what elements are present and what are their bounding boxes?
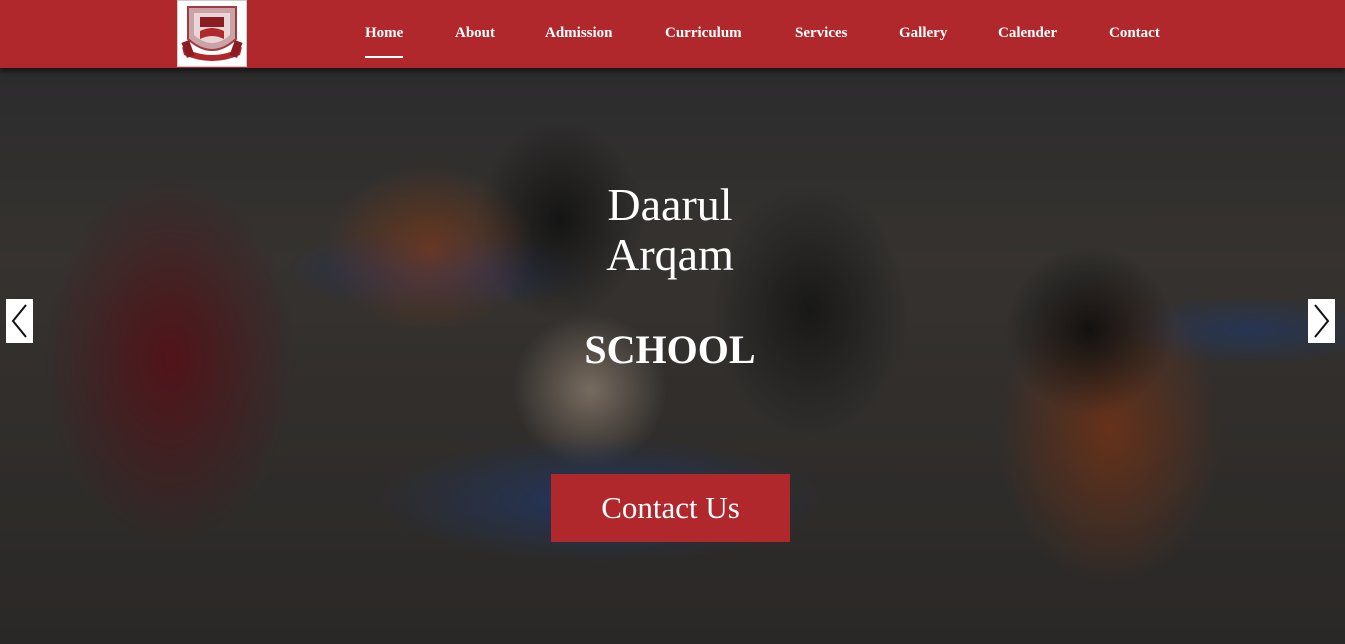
nav-item-services[interactable]: Services (795, 25, 847, 42)
nav-item-calender[interactable]: Calender (998, 25, 1057, 42)
carousel-prev-button[interactable] (6, 299, 33, 343)
nav-item-about[interactable]: About (455, 25, 495, 42)
nav-item-admission[interactable]: Admission (545, 25, 613, 42)
nav-item-curriculum[interactable]: Curriculum (665, 25, 742, 42)
hero-dark-overlay (0, 0, 1345, 644)
nav-item-home[interactable]: Home (365, 25, 404, 58)
hero-title-line2: Arqam (606, 229, 734, 280)
hero-title: Daarul Arqam (560, 180, 780, 280)
carousel-next-button[interactable] (1308, 299, 1335, 343)
school-logo[interactable] (177, 0, 247, 67)
chevron-left-icon (11, 304, 27, 338)
nav-item-contact[interactable]: Contact (1109, 25, 1160, 42)
hero-subtitle: SCHOOL (584, 327, 756, 372)
chevron-right-icon (1314, 304, 1330, 338)
nav-item-gallery[interactable]: Gallery (899, 25, 947, 42)
hero-title-line1: Daarul (607, 179, 733, 230)
school-crest-logo-icon (178, 1, 246, 66)
top-navbar: Home About Admission Curriculum Services… (0, 0, 1345, 68)
contact-us-button[interactable]: Contact Us (551, 474, 790, 542)
page: Home About Admission Curriculum Services… (0, 0, 1345, 644)
